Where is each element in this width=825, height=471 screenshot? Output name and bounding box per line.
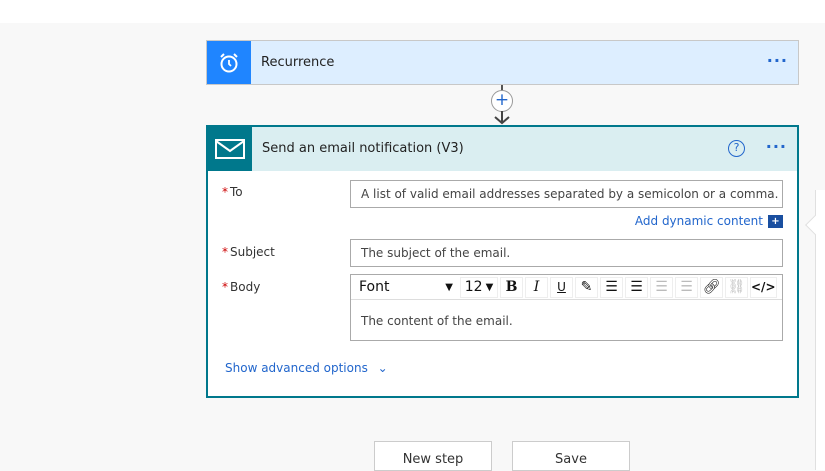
- more-options-button[interactable]: ···: [766, 127, 787, 167]
- editor-toolbar: Font ▼ 12 ▼ B I U ✎ ☰ ☰ ☰ ☰ 🔗︎ ⛓︎ </>: [351, 275, 782, 300]
- top-bar: [0, 0, 825, 23]
- body-label: * Body: [222, 280, 261, 294]
- unlink-icon[interactable]: ⛓︎: [725, 276, 748, 298]
- action-title: Send an email notification (V3): [262, 141, 464, 156]
- insert-step-button[interactable]: +: [491, 90, 513, 112]
- add-dynamic-content-link[interactable]: Add dynamic content +: [635, 214, 783, 228]
- body-editor[interactable]: Font ▼ 12 ▼ B I U ✎ ☰ ☰ ☰ ☰ 🔗︎ ⛓︎ </> The …: [350, 274, 783, 341]
- more-options-button[interactable]: ···: [767, 41, 788, 81]
- show-advanced-options-link[interactable]: Show advanced options ⌄: [225, 361, 388, 375]
- underline-button[interactable]: U: [550, 276, 573, 298]
- indent-decrease-icon[interactable]: ☰: [650, 276, 673, 298]
- indent-increase-icon[interactable]: ☰: [675, 276, 698, 298]
- bullet-list-icon[interactable]: ☰: [600, 276, 623, 298]
- font-select[interactable]: Font ▼: [354, 277, 458, 298]
- alarm-clock-icon: [207, 41, 251, 84]
- new-step-button[interactable]: New step: [374, 441, 492, 471]
- subject-label: * Subject: [222, 245, 275, 259]
- bold-button[interactable]: B: [500, 276, 523, 298]
- subject-input[interactable]: The subject of the email.: [350, 239, 783, 267]
- mail-icon: [208, 127, 252, 171]
- to-label: * To: [222, 185, 243, 199]
- recurrence-title: Recurrence: [261, 55, 335, 70]
- code-view-button[interactable]: </>: [750, 276, 777, 298]
- link-icon[interactable]: 🔗︎: [700, 276, 723, 298]
- to-input[interactable]: A list of valid email addresses separate…: [350, 180, 783, 208]
- body-placeholder: The content of the email.: [361, 314, 513, 328]
- italic-button[interactable]: I: [525, 276, 548, 298]
- help-icon[interactable]: ?: [728, 140, 745, 157]
- recurrence-card[interactable]: Recurrence ···: [206, 40, 799, 85]
- action-header[interactable]: Send an email notification (V3) ? ···: [208, 127, 797, 171]
- dynamic-content-label: Add dynamic content: [634, 214, 763, 228]
- save-button[interactable]: Save: [512, 441, 630, 471]
- numbered-list-icon[interactable]: ☰: [625, 276, 648, 298]
- arrow-down-icon: [494, 111, 510, 125]
- send-email-card: Send an email notification (V3) ? ··· * T…: [206, 125, 799, 398]
- highlight-pen-icon[interactable]: ✎: [575, 276, 598, 298]
- chevron-down-icon: ⌄: [377, 361, 388, 375]
- plus-icon: +: [768, 214, 783, 228]
- font-size-select[interactable]: 12 ▼: [460, 276, 498, 298]
